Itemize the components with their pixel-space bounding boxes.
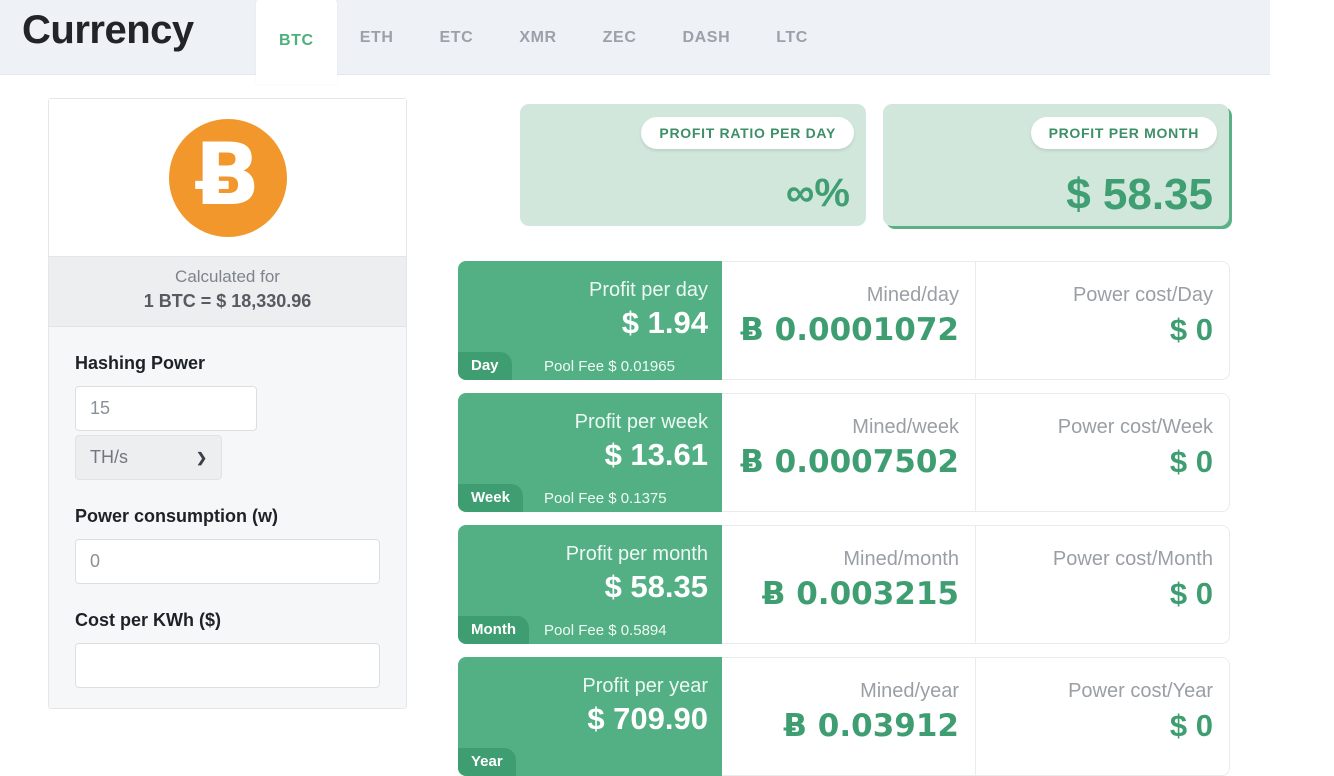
profit-value: $ 709.90 — [587, 701, 708, 736]
mined-cell: Mined/week Ƀ 0.0007502 — [722, 393, 976, 512]
profit-cell: Profit per day $ 1.94 Day Pool Fee $ 0.0… — [458, 261, 722, 380]
tab-ltc-label: LTC — [776, 28, 808, 46]
power-cost-value: $ 0 — [1169, 444, 1213, 479]
profit-cell: Profit per week $ 13.61 Week Pool Fee $ … — [458, 393, 722, 512]
tab-xmr-label: XMR — [519, 28, 557, 46]
period-badge: Day — [458, 352, 512, 380]
power-cost-label: Power cost/Week — [1057, 416, 1213, 438]
power-cost-label: Power cost/Month — [1052, 548, 1213, 570]
calculator-form: Hashing Power TH/s ❯ Power consumption (… — [49, 327, 406, 708]
mined-value: Ƀ 0.0001072 — [740, 312, 959, 348]
mined-label: Mined/day — [866, 284, 959, 306]
power-cost-cell: Power cost/Year $ 0 — [976, 657, 1230, 776]
period-badge: Week — [458, 484, 523, 512]
profit-value: $ 1.94 — [621, 305, 708, 340]
hashing-unit-select[interactable]: TH/s ❯ — [75, 435, 222, 480]
tab-eth[interactable]: ETH — [337, 0, 417, 75]
hashing-power-input[interactable] — [75, 386, 257, 431]
cost-per-kwh-input[interactable] — [75, 643, 380, 688]
pool-fee-text: Pool Fee $ 0.01965 — [544, 358, 675, 375]
power-cost-value: $ 0 — [1169, 708, 1213, 743]
tab-ltc[interactable]: LTC — [753, 0, 831, 75]
mined-label: Mined/week — [852, 416, 959, 438]
tab-eth-label: ETH — [359, 28, 394, 46]
tab-dash[interactable]: DASH — [659, 0, 753, 75]
form-spacer-1 — [75, 480, 380, 506]
chevron-down-icon: ❯ — [196, 449, 207, 465]
mined-value: Ƀ 0.003215 — [761, 576, 959, 612]
profit-per-month-card: PROFIT PER MONTH $ 58.35 — [883, 104, 1229, 226]
power-cost-value: $ 0 — [1169, 576, 1213, 611]
profit-label: Profit per day — [589, 279, 708, 301]
power-consumption-input[interactable] — [75, 539, 380, 584]
currency-tabs: BTC ETH ETC XMR ZEC DASH LTC — [256, 0, 831, 84]
tab-etc-label: ETC — [439, 28, 474, 46]
profit-label: Profit per year — [582, 675, 708, 697]
power-cost-label: Power cost/Year — [1068, 680, 1213, 702]
profit-cell: Profit per year $ 709.90 Year — [458, 657, 722, 776]
calculated-for-label: Calculated for — [175, 267, 280, 286]
profit-label: Profit per month — [565, 543, 708, 565]
mined-label: Mined/month — [843, 548, 959, 570]
profit-label: Profit per week — [574, 411, 708, 433]
power-cost-label: Power cost/Day — [1072, 284, 1213, 306]
power-cost-value: $ 0 — [1169, 312, 1213, 347]
table-row: Profit per day $ 1.94 Day Pool Fee $ 0.0… — [458, 261, 1230, 380]
page-title: Currency — [22, 8, 194, 52]
tab-zec-label: ZEC — [602, 28, 637, 46]
profit-per-month-value: $ 58.35 — [1066, 170, 1213, 219]
tab-dash-label: DASH — [682, 28, 731, 46]
mined-label: Mined/year — [860, 680, 959, 702]
profit-cell: Profit per month $ 58.35 Month Pool Fee … — [458, 525, 722, 644]
profit-value: $ 58.35 — [604, 569, 708, 604]
mined-value: Ƀ 0.03912 — [783, 708, 959, 744]
mined-cell: Mined/year Ƀ 0.03912 — [722, 657, 976, 776]
power-cost-cell: Power cost/Week $ 0 — [976, 393, 1230, 512]
period-badge: Month — [458, 616, 529, 644]
calculated-rate-panel: Calculated for 1 BTC = $ 18,330.96 — [49, 257, 406, 327]
tab-etc[interactable]: ETC — [417, 0, 497, 75]
mined-value: Ƀ 0.0007502 — [740, 444, 959, 480]
mined-cell: Mined/month Ƀ 0.003215 — [722, 525, 976, 644]
pool-fee-text: Pool Fee $ 0.1375 — [544, 490, 667, 507]
tab-xmr[interactable]: XMR — [496, 0, 579, 75]
profit-per-month-badge: PROFIT PER MONTH — [1030, 117, 1217, 149]
power-cost-cell: Power cost/Month $ 0 — [976, 525, 1230, 644]
mined-cell: Mined/day Ƀ 0.0001072 — [722, 261, 976, 380]
table-row: Profit per week $ 13.61 Week Pool Fee $ … — [458, 393, 1230, 512]
cost-per-kwh-label: Cost per KWh ($) — [75, 610, 221, 630]
form-spacer-2 — [75, 584, 380, 610]
bitcoin-icon: Ƀ — [168, 118, 287, 237]
power-cost-cell: Power cost/Day $ 0 — [976, 261, 1230, 380]
coin-logo-container: Ƀ — [49, 99, 406, 257]
tab-btc-label: BTC — [279, 32, 314, 49]
tab-zec[interactable]: ZEC — [580, 0, 660, 75]
exchange-rate-value: 1 BTC = $ 18,330.96 — [143, 291, 312, 311]
table-row: Profit per month $ 58.35 Month Pool Fee … — [458, 525, 1230, 644]
power-consumption-label: Power consumption (w) — [75, 506, 279, 526]
profit-value: $ 13.61 — [604, 437, 708, 472]
calculator-sidebar: Ƀ Calculated for 1 BTC = $ 18,330.96 Has… — [48, 98, 407, 709]
period-badge: Year — [458, 748, 516, 776]
tab-btc[interactable]: BTC — [256, 0, 337, 84]
profit-ratio-per-day-value: ∞% — [785, 171, 850, 215]
hashing-unit-value: TH/s — [90, 447, 128, 467]
pool-fee-text: Pool Fee $ 0.5894 — [544, 622, 667, 639]
profit-ratio-per-day-badge: PROFIT RATIO PER DAY — [641, 117, 854, 149]
hashing-power-label: Hashing Power — [75, 353, 206, 373]
profit-ratio-per-day-card: PROFIT RATIO PER DAY ∞% — [520, 104, 866, 226]
table-row: Profit per year $ 709.90 Year Mined/year… — [458, 657, 1230, 776]
